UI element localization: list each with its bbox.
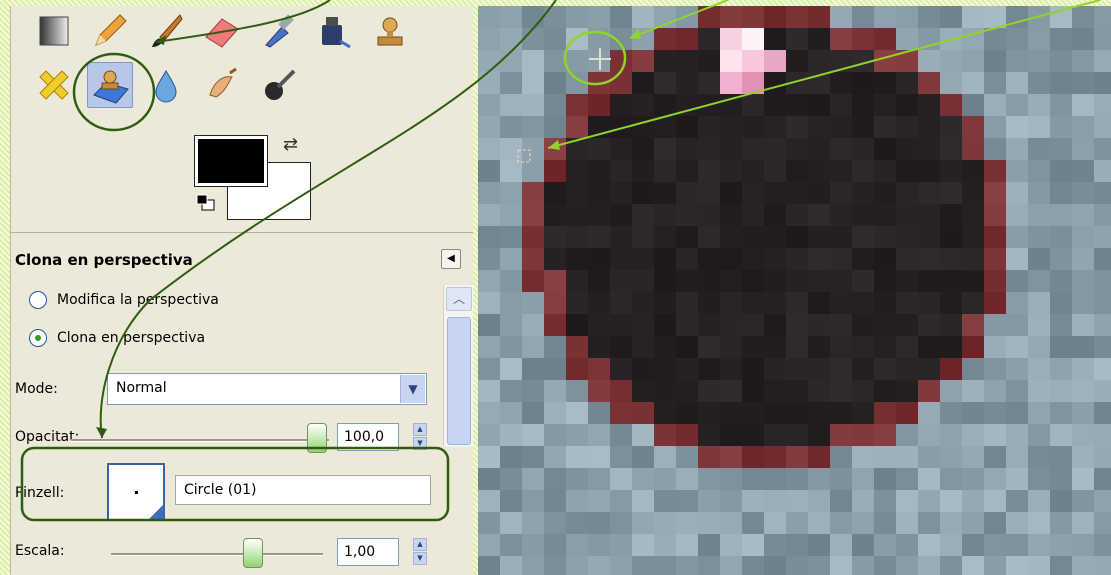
tutorial-annotations xyxy=(20,0,1101,522)
highlight-tool-circle xyxy=(72,52,156,132)
highlight-brush-box xyxy=(20,446,450,522)
clone-source-marker-icon xyxy=(517,149,531,163)
crosshair-cursor-icon xyxy=(589,48,611,70)
